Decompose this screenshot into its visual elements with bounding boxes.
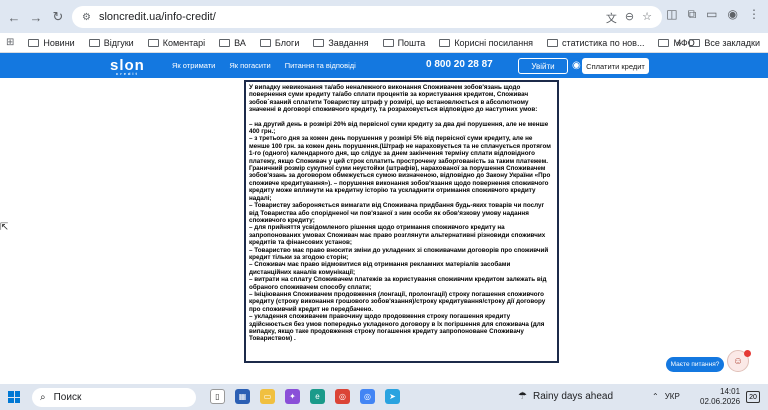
bookmark-item[interactable]: Блоги [259, 38, 299, 48]
site-nav: Як отримати Як погасити Питання та відпо… [172, 61, 356, 70]
translate-icon[interactable]: 文 [606, 10, 617, 26]
folder-icon [259, 38, 271, 47]
back-icon[interactable]: ← [4, 7, 24, 27]
url-text: sloncredit.ua/info-credit/ [98, 11, 216, 23]
bookmark-star-icon[interactable]: ☆ [642, 10, 652, 26]
chevron-right-icon: » [676, 38, 682, 48]
clock-time: 14:01 [720, 387, 741, 396]
nav-how-to-pay[interactable]: Як погасити [229, 61, 270, 70]
file-explorer-icon[interactable]: ▭ [260, 389, 275, 404]
folder-icon [147, 38, 159, 47]
forward-icon[interactable]: → [26, 7, 46, 27]
paragraph: У випадку невиконання та/або неналежного… [249, 84, 538, 114]
folder-icon [439, 38, 451, 47]
edge-icon[interactable]: e [310, 389, 325, 404]
extensions-icon[interactable]: ⧉ [688, 7, 697, 22]
browser-toolbar: ← → ↻ ⚙ sloncredit.ua/info-credit/ 文 ⊖ ☆… [0, 0, 768, 33]
paragraph: – з третього дня за кожен день порушення… [249, 135, 551, 202]
language-indicator[interactable]: УКР [665, 392, 680, 401]
folder-icon [88, 38, 100, 47]
taskbar-search[interactable]: ⌕ Поиск [32, 388, 196, 407]
all-bookmarks[interactable]: » Все закладки [676, 38, 760, 48]
nav-how-to-get[interactable]: Як отримати [172, 61, 215, 70]
chevron-up-icon[interactable]: ⌃ [652, 392, 659, 401]
zoom-icon[interactable]: ⊖ [625, 10, 634, 26]
phone-number[interactable]: 0 800 20 28 87 [426, 59, 493, 70]
folder-icon [658, 38, 670, 47]
taskbar-apps: ▯ ▦ ▭ ✦ e ◎ ◎ ➤ [210, 389, 400, 404]
site-header: slon credit Як отримати Як погасити Пита… [0, 53, 768, 78]
folder-icon [547, 38, 559, 47]
chat-button[interactable]: Маєте питання? [666, 357, 724, 372]
telegram-icon[interactable]: ➤ [385, 389, 400, 404]
bookmark-item[interactable]: Новини [28, 38, 75, 48]
paragraph: – укладення споживачем правочину щодо пр… [249, 313, 545, 343]
copilot-icon[interactable]: ✦ [285, 389, 300, 404]
paragraph [249, 114, 554, 121]
rain-cloud-icon: ☂ [518, 391, 527, 402]
weather-widget[interactable]: ☂ Rainy days ahead [518, 391, 613, 402]
profile-icon[interactable]: ◉ [728, 7, 738, 22]
side-panel-icon[interactable]: ▭ [706, 7, 717, 22]
bookmarks-bar: ⊞ Новини Відгуки Коментарі ВА Блоги Завд… [0, 33, 768, 53]
nav-faq[interactable]: Питання та відповіді [285, 61, 356, 70]
task-view-icon[interactable]: ▯ [210, 389, 225, 404]
login-button[interactable]: Увійти [518, 58, 568, 74]
search-icon: ⌕ [40, 392, 46, 403]
mouse-cursor-icon: ⇱ [0, 222, 9, 233]
address-bar[interactable]: ⚙ sloncredit.ua/info-credit/ 文 ⊖ ☆ [72, 6, 662, 28]
toolbar-actions: ◫ ⧉ ▭ ◉ ⋮ [666, 7, 760, 22]
reload-icon[interactable]: ↻ [48, 7, 68, 27]
chrome-profile-icon[interactable]: ◎ [360, 389, 375, 404]
folder-icon [689, 39, 701, 47]
bookmark-item[interactable]: ВА [219, 38, 246, 48]
system-tray: ⌃ УКР [652, 392, 680, 401]
bookmark-item[interactable]: Коментарі [147, 38, 205, 48]
bookmark-item[interactable]: Відгуки [88, 38, 134, 48]
paragraph: – на другий день в розмірі 20% від перві… [249, 120, 549, 136]
clock[interactable]: 14:01 02.06.2026 [700, 387, 740, 407]
paragraph: – для прийняття усвідомленого рішення що… [249, 224, 546, 247]
menu-icon[interactable]: ⋮ [748, 7, 760, 22]
site-logo[interactable]: slon credit [110, 57, 145, 76]
chrome-icon[interactable]: ◎ [335, 389, 350, 404]
bookmark-item[interactable]: Пошта [382, 38, 425, 48]
bookmark-item[interactable]: Завдання [313, 38, 369, 48]
bookmark-item[interactable]: статистика по нов... [547, 38, 644, 48]
omnibox-actions: 文 ⊖ ☆ [606, 10, 652, 26]
paragraph: – Товариству забороняється вимагати від … [249, 202, 545, 224]
bookmark-item[interactable]: Корисні посилання [439, 38, 533, 48]
paragraph: – Товариство має право вносити зміни до … [249, 246, 549, 261]
notifications-icon[interactable]: 20 [746, 391, 760, 403]
eye-icon[interactable]: ◉ [572, 60, 581, 71]
screenshot-icon[interactable]: ◫ [666, 7, 677, 22]
folder-icon [219, 38, 231, 47]
pay-credit-button[interactable]: Сплатити кредит [582, 58, 649, 74]
folder-icon [382, 38, 394, 47]
taskbar: ⌕ Поиск ▯ ▦ ▭ ✦ e ◎ ◎ ➤ ☂ Rainy days ahe… [0, 384, 768, 410]
folder-icon [313, 38, 325, 47]
page-content: ⇱ У випадку невиконання та/або неналежно… [0, 78, 768, 374]
notification-dot [744, 350, 751, 357]
store-icon[interactable]: ▦ [235, 389, 250, 404]
info-credit-text: У випадку невиконання та/або неналежного… [244, 80, 559, 363]
clock-date: 02.06.2026 [700, 397, 741, 406]
windows-start-icon[interactable] [8, 391, 20, 403]
apps-grid-icon[interactable]: ⊞ [6, 37, 14, 48]
folder-icon [28, 38, 40, 47]
paragraph: – Ініціювання Споживачем продовження (ло… [249, 290, 546, 313]
paragraph: – витрати на сплату Споживачем платежів … [249, 276, 547, 291]
paragraph: – Споживач має право відмовитися від отр… [249, 261, 511, 276]
site-info-icon[interactable]: ⚙ [82, 12, 91, 23]
